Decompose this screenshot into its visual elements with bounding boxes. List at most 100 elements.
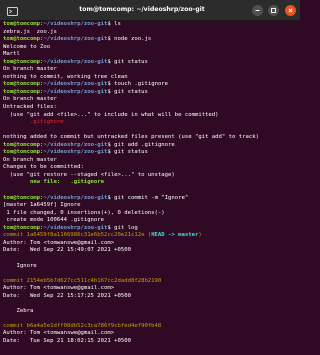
terminal-line: tom@tomcomp:~/videoshrp/zoo-git$ node zo… [3,36,298,44]
terminal-line: create mode 100644 .gitignore [3,217,298,225]
terminal-line: tom@tomcomp:~/videoshrp/zoo-git$ git log [3,225,298,233]
terminal-line: commit 1a6459f8a1166986c31e6b52cc20e21c1… [3,232,298,240]
terminal-text: nothing to commit, working tree clean [3,73,128,80]
terminal-text: $ git log [107,224,138,231]
terminal-text: Changes to be committed: [3,164,84,171]
terminal-text: create mode 100644 .gitignore [3,217,105,224]
terminal-text: (use "git add <file>..." to include in w… [3,111,219,118]
minimize-button[interactable] [249,3,265,17]
terminal-line: Date: Wed Sep 22 15:49:07 2021 +0500 [3,247,298,255]
terminal-text: tom@tomcomp [3,36,41,43]
terminal-text: Date: Wed Sep 22 15:17:25 2021 +0500 [3,292,131,299]
title-bar[interactable]: tom@tomcomp: ~/videoshrp/zoo-git [0,0,300,21]
terminal-text: new file: .gitignore [3,179,105,186]
window-title: tom@tomcomp: ~/videoshrp/zoo-git [79,6,205,13]
terminal-line: commit 2154eb5b7d627cc511c4b167cc2dadd8f… [3,278,298,286]
terminal-line: nothing to commit, working tree clean [3,74,298,82]
terminal-text: Author: Tom <tomwanswe@gmail.com> [3,239,115,246]
terminal-text: tom@tomcomp [3,58,41,65]
terminal-text: $ git status [107,58,148,65]
terminal-line: tom@tomcomp:~/videoshrp/zoo-git$ git com… [3,195,298,203]
terminal-line: Changes to be committed: [3,164,298,172]
terminal-text: tom@tomcomp [3,149,41,156]
terminal-line: Author: Tom <tomwanswe@gmail.com> [3,285,298,293]
terminal-text: ~/videoshrp/zoo-git [43,36,108,43]
terminal-text: (use "git restore --staged <file>..." to… [3,171,175,178]
terminal-window: tom@tomcomp: ~/videoshrp/zoo-git tom@tom… [0,0,300,355]
terminal-line: Ignore [3,263,298,271]
terminal-line: [master 1a6459f] Ignore [3,202,298,210]
terminal-text: $ ls [107,21,121,27]
terminal-line: tom@tomcomp:~/videoshrp/zoo-git$ ls [3,21,298,29]
terminal-text: zebra.js zoo.js [3,28,57,35]
maximize-icon [267,4,279,16]
terminal-text: ~/videoshrp/zoo-git [43,149,108,156]
terminal-line: tom@tomcomp:~/videoshrp/zoo-git$ touch .… [3,81,298,89]
terminal-line: nothing added to commit but untracked fi… [3,134,298,142]
terminal-text: Zebra [3,307,34,314]
terminal-line: tom@tomcomp:~/videoshrp/zoo-git$ git sta… [3,59,298,67]
terminal-text: ~/videoshrp/zoo-git [43,88,108,95]
terminal-text: Ignore [3,262,37,269]
terminal-line: On branch master [3,96,298,104]
minimize-icon [251,4,263,16]
terminal-text: $ git status [107,88,148,95]
terminal-line: tom@tomcomp:~/videoshrp/zoo-git$ git sta… [3,89,298,97]
terminal-text: commit 2154eb5b7d627cc511c4b167cc2dadd8f… [3,277,162,284]
terminal-output[interactable]: tom@tomcomp:~/videoshrp/zoo-git$ ls zebra… [3,21,298,353]
terminal-text: ) [198,232,202,239]
terminal-text: ~/videoshrp/zoo-git [43,81,108,88]
terminal-text: tom@tomcomp [3,81,41,88]
terminal-line: On branch master [3,157,298,165]
terminal-line: new file: .gitignore [3,179,298,187]
terminal-line: .gitignore [3,119,298,127]
terminal-text: ~/videoshrp/zoo-git [43,194,108,201]
close-icon [284,4,296,16]
terminal-text: On branch master [3,96,57,103]
terminal-line: Martl [3,51,298,59]
terminal-text: commit b6a4a5e1dff08db52c3ca786f9cbfed4e… [3,322,162,329]
new-tab-button[interactable] [4,3,20,17]
terminal-text: Author: Tom <tomwanswe@gmail.com> [3,330,115,337]
terminal-line: On branch master [3,66,298,74]
terminal-text: tom@tomcomp [3,194,41,201]
maximize-button[interactable] [265,3,281,17]
terminal-line: Welcome to Zoo [3,44,298,52]
terminal-line: commit b6a4a5e1dff08db52c3ca786f9cbfed4e… [3,323,298,331]
terminal-text: Date: Wed Sep 22 15:49:07 2021 +0500 [3,247,131,254]
terminal-text: [master 1a6459f] Ignore [3,202,81,209]
terminal-text: $ git status [107,149,148,156]
terminal-line: (use "git add <file>..." to include in w… [3,112,298,120]
terminal-text: $ git commit -m "Ignore" [107,194,189,201]
terminal-text: $ git add .gitignore [107,141,175,148]
terminal-line: tom@tomcomp:~/videoshrp/zoo-git$ git add… [3,142,298,150]
terminal-line: 1 file changed, 0 insertions(+), 0 delet… [3,210,298,218]
close-button[interactable] [282,3,298,17]
terminal-line: Author: Tom <tomwanswe@gmail.com> [3,330,298,338]
terminal-text: On branch master [3,156,57,163]
terminal-line: Date: Wed Sep 22 15:17:25 2021 +0500 [3,293,298,301]
terminal-text: ~/videoshrp/zoo-git [43,224,108,231]
terminal-text: nothing added to commit but untracked fi… [3,134,259,141]
terminal-text: Date: Tue Sep 21 18:02:15 2021 +0500 [3,337,131,344]
terminal-text: On branch master [3,66,57,73]
terminal-text: tom@tomcomp [3,21,41,27]
terminal-text: ~/videoshrp/zoo-git [43,141,108,148]
terminal-text: 1 file changed, 0 insertions(+), 0 delet… [3,209,165,216]
terminal-text: ~/videoshrp/zoo-git [43,58,108,65]
terminal-text: HEAD -> master [151,232,199,239]
terminal-text: .gitignore [3,119,64,126]
terminal-text: tom@tomcomp [3,224,41,231]
terminal-line: Zebra [3,308,298,316]
terminal-text: tom@tomcomp [3,88,41,95]
terminal-line: Untracked files: [3,104,298,112]
terminal-text: Untracked files: [3,104,57,111]
terminal-line: Author: Tom <tomwanswe@gmail.com> [3,240,298,248]
